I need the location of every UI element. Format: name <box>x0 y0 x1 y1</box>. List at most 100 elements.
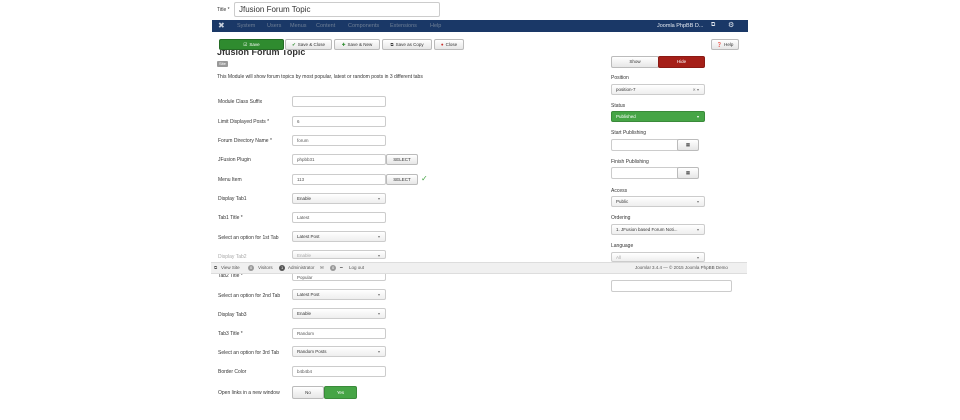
position-label: Position <box>611 75 629 81</box>
save-button[interactable]: ☑ Save <box>219 39 284 50</box>
view-site-link[interactable]: View Site <box>221 263 240 273</box>
ordering-select[interactable]: 1. JFusion based Forum Noti... ▾ <box>611 224 705 235</box>
title-label: Title * <box>217 7 230 13</box>
site-badge: Site <box>217 61 228 67</box>
calendar-icon[interactable]: ▦ <box>677 139 699 151</box>
title-input[interactable]: Jfusion Forum Topic <box>234 2 440 17</box>
admin-count-badge: 1 <box>279 265 286 271</box>
module-class-suffix-label: Module Class Suffix <box>218 99 263 105</box>
jfusion-plugin-select-button[interactable]: SELECT <box>386 154 418 165</box>
jfusion-plugin-input[interactable]: phpbb31 <box>292 154 386 165</box>
caret-icon: ▾ <box>377 196 380 201</box>
caret-icon: ▾ <box>696 114 699 119</box>
access-label: Access <box>611 188 628 194</box>
menu-extensions[interactable]: Extensions <box>390 23 417 29</box>
option-tab1-select[interactable]: Latest Post ▾ <box>292 231 386 242</box>
save-new-button[interactable]: ✚ Save & New <box>334 39 380 50</box>
limit-posts-label: Limit Displayed Posts * <box>218 119 270 125</box>
open-links-no-button[interactable]: No <box>292 386 324 399</box>
option-tab3-label: Select an option for 3rd Tab <box>218 350 280 356</box>
site-name-link[interactable]: Joomla PhpBB D... <box>657 23 703 29</box>
menu-item-select-button[interactable]: SELECT <box>386 174 418 185</box>
position-select[interactable]: position-7 ✕ ▾ <box>611 84 705 95</box>
menu-users[interactable]: Users <box>267 23 281 29</box>
option-tab2-label: Select an option for 2nd Tab <box>218 293 281 299</box>
language-select[interactable]: All ▾ <box>611 252 705 262</box>
open-links-yes-button[interactable]: Yes <box>324 386 357 399</box>
option-tab2-select[interactable]: Latest Post ▾ <box>292 289 386 300</box>
open-links-label: Open links in a new window <box>218 390 280 396</box>
caret-icon: ▾ <box>696 255 699 260</box>
display-tab1-label: Display Tab1 <box>218 196 247 202</box>
save-copy-button[interactable]: ⧉ Save as Copy <box>382 39 432 50</box>
module-class-suffix-input[interactable] <box>292 96 386 107</box>
finish-publishing-input[interactable] <box>611 167 679 179</box>
tab3-title-label: Tab3 Title * <box>218 331 243 337</box>
admin-navbar: ✖ System Users Menus Content Components … <box>212 20 748 32</box>
close-button[interactable]: ● Close <box>434 39 464 50</box>
clear-caret-icon: ✕ ▾ <box>692 87 699 92</box>
forum-directory-label: Forum Directory Name * <box>218 138 272 144</box>
tab1-title-label: Tab1 Title * <box>218 215 243 221</box>
caret-icon: ▾ <box>377 253 380 258</box>
save-close-button[interactable]: ✔ Save & Close <box>285 39 332 50</box>
caret-icon: ▾ <box>377 311 380 316</box>
close-icon: ● <box>440 42 444 47</box>
option-tab3-select[interactable]: Random Posts ▾ <box>292 346 386 357</box>
calendar-icon[interactable]: ▦ <box>677 167 699 179</box>
gear-icon[interactable]: ⚙ <box>728 21 734 29</box>
menu-help[interactable]: Help <box>430 23 441 29</box>
caret-icon: ▾ <box>377 292 380 297</box>
status-select[interactable]: Published ▾ <box>611 111 705 122</box>
display-tab2-label: Display Tab2 <box>218 254 247 260</box>
border-color-label: Border Color <box>218 369 247 375</box>
finish-publishing-label: Finish Publishing <box>611 159 649 165</box>
check-icon: ✓ <box>421 174 428 183</box>
administrator-label: Administrator <box>288 265 315 270</box>
caret-icon: ▾ <box>696 227 699 232</box>
display-tab1-select[interactable]: Enable ▾ <box>292 193 386 204</box>
joomla-logo-icon[interactable]: ✖ <box>218 21 225 30</box>
envelope-icon: ✉ <box>320 265 324 270</box>
logout-link[interactable]: Log out <box>349 263 364 273</box>
minus-icon: ━ <box>340 265 343 270</box>
visitors-count-badge: 0 <box>248 265 255 271</box>
visitors-label: Visitors <box>258 265 273 270</box>
check-icon: ✔ <box>291 42 296 47</box>
tab1-title-input[interactable]: Latest <box>292 212 386 223</box>
display-tab2-select[interactable]: Enable ▾ <box>292 250 386 259</box>
caret-icon: ▾ <box>696 199 699 204</box>
external-link-icon[interactable]: ⧉ <box>214 263 217 273</box>
caret-icon: ▾ <box>377 349 380 354</box>
forum-directory-input[interactable]: forum <box>292 135 386 146</box>
copyright-text: Joomla! 3.4.4 — © 2015 Joomla PhpBB Demo <box>635 265 728 270</box>
module-description: This Module will show forum topics by mo… <box>217 74 423 80</box>
display-tab3-label: Display Tab3 <box>218 312 247 318</box>
ordering-label: Ordering <box>611 215 631 221</box>
save-icon: ☑ <box>243 42 248 47</box>
hide-button[interactable]: Hide <box>658 56 705 68</box>
note-input[interactable] <box>611 280 732 292</box>
display-tab3-select[interactable]: Enable ▾ <box>292 308 386 319</box>
menu-item-label: Menu Item <box>218 177 242 183</box>
menu-system[interactable]: System <box>237 23 255 29</box>
menu-item-input[interactable]: 113 <box>292 174 386 185</box>
border-color-input[interactable]: b4b4b4 <box>292 366 386 377</box>
help-button[interactable]: ❓ Help <box>711 39 739 50</box>
menu-content[interactable]: Content <box>316 23 335 29</box>
show-button[interactable]: Show <box>611 56 659 68</box>
limit-posts-input[interactable]: 6 <box>292 116 386 127</box>
access-select[interactable]: Public ▾ <box>611 196 705 207</box>
copy-icon: ⧉ <box>390 42 394 47</box>
external-link-icon[interactable]: ⧉ <box>711 22 715 29</box>
start-publishing-input[interactable] <box>611 139 679 151</box>
tab3-title-input[interactable]: Random <box>292 328 386 339</box>
language-label: Language <box>611 243 634 249</box>
option-tab1-label: Select an option for 1st Tab <box>218 235 279 241</box>
caret-icon: ▾ <box>377 234 380 239</box>
start-publishing-label: Start Publishing <box>611 130 647 136</box>
menu-components[interactable]: Components <box>348 23 379 29</box>
jfusion-plugin-label: JFusion Plugin <box>218 157 251 163</box>
module-heading: Jfusion Forum Topic <box>217 50 306 57</box>
menu-menus[interactable]: Menus <box>290 23 307 29</box>
